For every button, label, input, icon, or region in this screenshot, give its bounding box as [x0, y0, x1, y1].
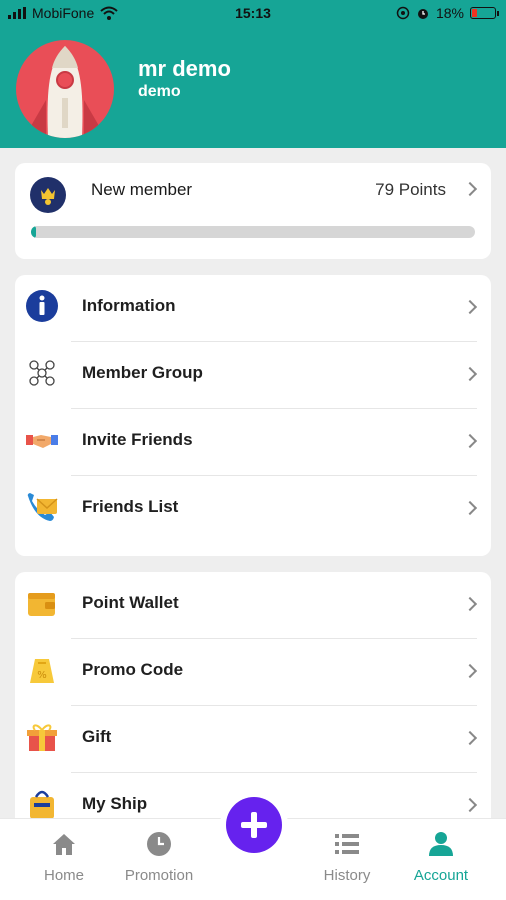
user-display-name: mr demo [138, 56, 231, 81]
member-badge-icon [30, 177, 66, 213]
battery-percent: 18% [435, 5, 464, 21]
nav-promotion[interactable]: Promotion [114, 831, 204, 884]
wallet-icon [28, 593, 55, 616]
contacts-icon [27, 493, 58, 521]
chevron-right-icon [462, 366, 478, 382]
member-group-icon [29, 360, 55, 386]
nav-label: Promotion [124, 867, 194, 884]
account-menu-group-2: Point Wallet % Promo Code Gift My Ship [15, 572, 491, 832]
menu-item-promo-code[interactable]: % Promo Code [15, 639, 491, 706]
menu-item-label: Invite Friends [82, 430, 193, 449]
person-icon [429, 832, 453, 856]
membership-card[interactable]: New member 79 Points [15, 163, 491, 259]
nav-label: Home [43, 867, 84, 884]
chevron-right-icon [462, 797, 478, 813]
menu-item-label: My Ship [82, 794, 148, 813]
menu-item-point-wallet[interactable]: Point Wallet [15, 572, 491, 639]
menu-item-member-group[interactable]: Member Group [15, 342, 491, 409]
menu-item-information[interactable]: Information [15, 275, 491, 342]
chevron-right-icon [462, 433, 478, 449]
handshake-icon [26, 435, 58, 448]
add-button[interactable] [226, 797, 282, 853]
nav-label: History [323, 867, 371, 884]
rocket-icon [24, 46, 106, 138]
status-bar: MobiFone 15:13 18% [0, 0, 506, 28]
chevron-right-icon [462, 730, 478, 746]
avatar[interactable] [16, 40, 114, 138]
profile-header: mr demo demo [0, 28, 506, 148]
member-level: New member [91, 180, 193, 199]
menu-item-label: Member Group [82, 363, 203, 382]
account-menu-group-1: Information Member Group Invite Friends … [15, 275, 491, 556]
menu-item-label: Information [82, 296, 176, 315]
menu-item-invite-friends[interactable]: Invite Friends [15, 409, 491, 476]
menu-item-gift[interactable]: Gift [15, 706, 491, 773]
chevron-right-icon [462, 500, 478, 516]
nav-label: Account [413, 867, 469, 884]
menu-item-friends-list[interactable]: Friends List [15, 476, 491, 543]
alarm-icon [417, 9, 428, 19]
list-icon [335, 834, 359, 854]
promo-tag-icon: % [30, 659, 54, 683]
battery-icon [470, 7, 499, 19]
nav-home[interactable]: Home [19, 831, 109, 884]
chevron-right-icon [462, 299, 478, 315]
gift-icon [27, 724, 57, 751]
menu-item-label: Point Wallet [82, 593, 179, 612]
member-points: 79 Points [375, 180, 446, 199]
info-icon [26, 290, 58, 322]
svg-text:%: % [37, 670, 47, 681]
ship-bag-icon [30, 790, 54, 819]
points-progress-bar [31, 226, 475, 238]
chevron-right-icon [462, 663, 478, 679]
menu-item-label: Friends List [82, 497, 179, 516]
chevron-right-icon [462, 596, 478, 612]
points-progress-fill [31, 226, 37, 238]
nav-account[interactable]: Account [396, 831, 486, 884]
lock-rotation-icon [396, 6, 410, 20]
menu-item-label: Promo Code [82, 660, 184, 679]
chevron-right-icon [462, 181, 478, 197]
nav-history[interactable]: History [302, 831, 392, 884]
home-icon [53, 834, 75, 855]
clock-icon [147, 832, 171, 856]
user-username: demo [138, 83, 181, 100]
menu-item-label: Gift [82, 727, 112, 746]
